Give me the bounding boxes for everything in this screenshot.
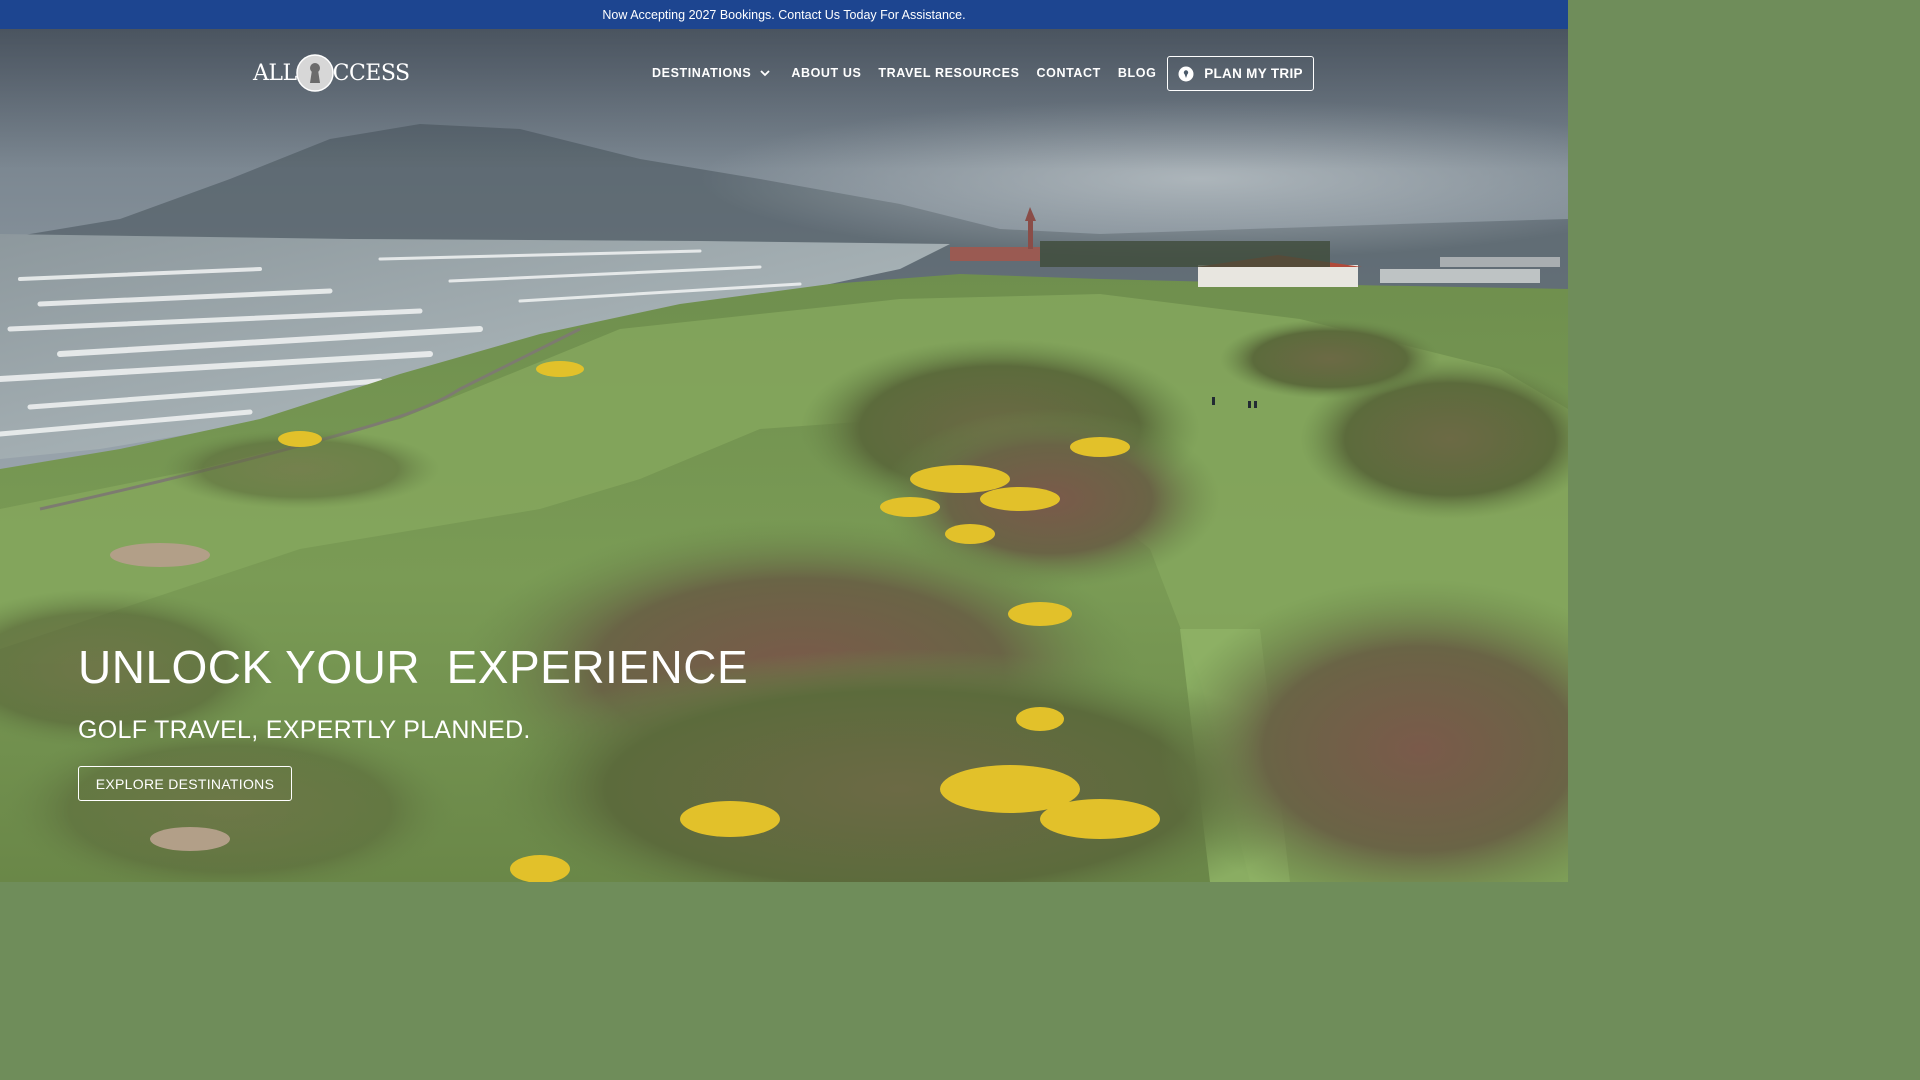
all-access-logo[interactable]: ALL CCESS <box>253 51 410 95</box>
chevron-down-icon <box>760 70 770 77</box>
announcement-text: Now Accepting 2027 Bookings. Contact Us … <box>602 7 966 22</box>
hero-section <box>0 29 1568 882</box>
nav-item-label: DESTINATIONS <box>652 66 752 80</box>
nav-item-label: CONTACT <box>1036 66 1101 80</box>
explore-destinations-label: EXPLORE DESTINATIONS <box>95 775 275 792</box>
logo-text-left: ALL <box>253 60 297 86</box>
nav-item-label: TRAVEL RESOURCES <box>878 66 1020 80</box>
hero-background-image <box>0 29 1568 882</box>
plan-my-trip-button[interactable]: PLAN MY TRIP <box>1167 56 1314 91</box>
explore-destinations-button[interactable]: EXPLORE DESTINATIONS <box>78 766 292 801</box>
plan-my-trip-label: PLAN MY TRIP <box>1204 66 1303 81</box>
nav-item-contact[interactable]: CONTACT <box>1037 66 1101 80</box>
nav-item-about-us[interactable]: ABOUT US <box>791 66 861 80</box>
nav-item-destinations[interactable]: DESTINATIONS <box>652 66 771 80</box>
nav-item-label: ABOUT US <box>791 66 862 80</box>
nav-item-travel-resources[interactable]: TRAVEL RESOURCES <box>878 66 1019 80</box>
main-nav: DESTINATIONS ABOUT US TRAVEL RESOURCES C… <box>652 63 1156 83</box>
announcement-bar: Now Accepting 2027 Bookings. Contact Us … <box>0 0 1568 29</box>
location-pin-icon <box>1178 66 1194 81</box>
hero-subtitle: GOLF TRAVEL, EXPERTLY PLANNED. <box>78 716 531 744</box>
nav-item-blog[interactable]: BLOG <box>1118 66 1157 80</box>
keyhole-icon <box>295 54 334 92</box>
logo-text-right: CCESS <box>332 60 410 86</box>
site-header: ALL CCESS DESTINATIONS ABOUT US TRAVEL R… <box>0 29 1568 119</box>
nav-item-label: BLOG <box>1117 66 1157 80</box>
hero-title: UNLOCK YOUR EXPERIENCE <box>78 641 749 693</box>
